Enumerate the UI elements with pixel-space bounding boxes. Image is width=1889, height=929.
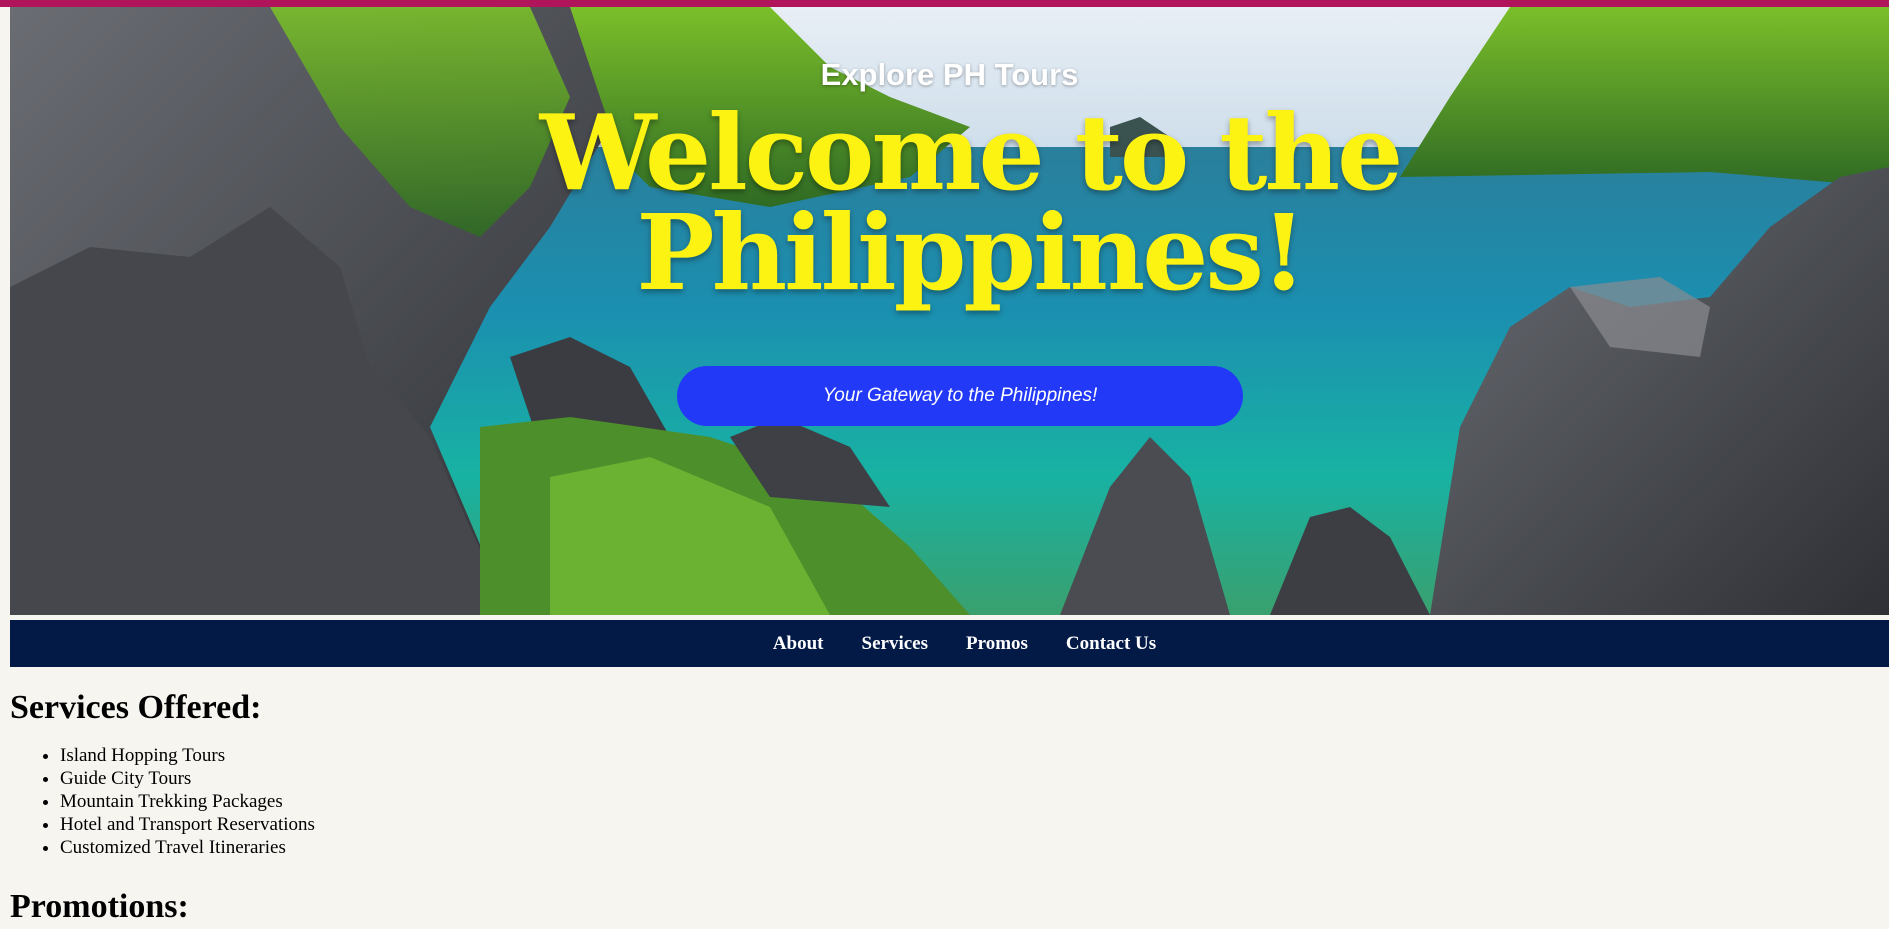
nav-link-promos[interactable]: Promos <box>966 633 1028 655</box>
list-item: Guide City Tours <box>60 767 1880 790</box>
top-accent-bar <box>0 0 1889 7</box>
list-item: Hotel and Transport Reservations <box>60 813 1880 836</box>
list-item: Mountain Trekking Packages <box>60 790 1880 813</box>
list-item: Customized Travel Itineraries <box>60 836 1880 859</box>
hero-title-line-1: Welcome to the <box>539 91 1404 214</box>
nav-link-about[interactable]: About <box>773 633 824 655</box>
gateway-cta-button[interactable]: Your Gateway to the Philippines! <box>677 366 1243 426</box>
main-content: Services Offered: Island Hopping Tours G… <box>10 686 1880 929</box>
main-nav: About Services Promos Contact Us <box>10 620 1889 667</box>
promotions-heading: Promotions: <box>10 888 189 925</box>
list-item: Island Hopping Tours <box>60 744 1880 767</box>
services-list: Island Hopping Tours Guide City Tours Mo… <box>10 744 1880 859</box>
services-heading: Services Offered: <box>10 689 262 726</box>
hero-title-line-2: Philippines! <box>636 191 1306 314</box>
nav-link-contact[interactable]: Contact Us <box>1066 633 1156 655</box>
nav-link-services[interactable]: Services <box>862 633 928 655</box>
hero-banner: Explore PH Tours Welcome to the Philippi… <box>10 7 1889 615</box>
hero-subtitle: Explore PH Tours <box>820 57 1079 92</box>
hero-title: Welcome to the Philippines! <box>470 91 1470 314</box>
